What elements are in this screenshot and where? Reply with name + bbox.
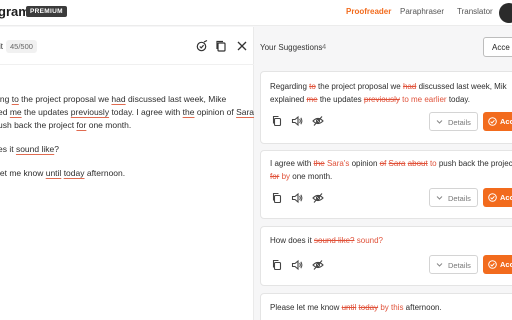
speaker-icon[interactable] xyxy=(291,115,303,127)
accept-button[interactable]: Acc xyxy=(483,188,512,207)
suggestion-card[interactable]: I agree with the Sara's opinion of Sara … xyxy=(260,150,512,219)
suggestion-text: for by one month. xyxy=(270,172,333,181)
accept-label: Acc xyxy=(500,260,512,269)
tab-translator[interactable]: Translator xyxy=(457,7,493,16)
suggestions-count: 4 xyxy=(322,42,327,51)
suggestion-card[interactable]: How does it sound like? sound? Details A… xyxy=(260,226,512,286)
check-circle-icon xyxy=(488,117,497,126)
suggestion-card[interactable]: Regarding to the project proposal we had… xyxy=(260,71,512,144)
copy-icon[interactable] xyxy=(271,115,283,127)
suggestion-text: I agree with the Sara's opinion of Sara … xyxy=(270,159,512,168)
accept-button[interactable]: Acc xyxy=(483,112,512,131)
copy-icon[interactable] xyxy=(271,192,283,204)
editor-line: es it sound like? xyxy=(0,144,59,154)
speaker-icon[interactable] xyxy=(291,192,303,204)
details-button[interactable]: Details xyxy=(429,188,478,207)
editor-line: ush back the project for one month. xyxy=(0,120,132,130)
details-label: Details xyxy=(448,194,471,203)
spellcheck-icon[interactable] xyxy=(195,39,209,53)
accept-all-button[interactable]: Acce xyxy=(483,37,512,57)
details-button[interactable]: Details xyxy=(429,112,478,131)
hide-icon[interactable] xyxy=(312,259,324,271)
check-circle-icon xyxy=(488,193,497,202)
hide-icon[interactable] xyxy=(312,192,324,204)
accept-button[interactable]: Acc xyxy=(483,255,512,274)
copy-icon[interactable] xyxy=(271,259,283,271)
speaker-icon[interactable] xyxy=(291,259,303,271)
chevron-down-icon xyxy=(436,196,443,200)
tab-paraphraser[interactable]: Paraphraser xyxy=(400,7,444,16)
suggestion-text: explained me the updates previously to m… xyxy=(270,95,471,104)
details-button[interactable]: Details xyxy=(429,255,478,274)
close-icon[interactable] xyxy=(235,39,249,53)
character-count: 45/500 xyxy=(6,40,37,53)
editor-line: ed me the updates previously today. I ag… xyxy=(0,107,255,117)
suggestion-card[interactable]: Please let me know until today by this a… xyxy=(260,293,512,320)
details-label: Details xyxy=(448,118,471,127)
suggestion-text: How does it sound like? sound? xyxy=(270,236,383,245)
chevron-down-icon xyxy=(436,120,443,124)
details-label: Details xyxy=(448,261,471,270)
premium-badge: PREMIUM xyxy=(26,6,67,17)
accept-label: Acc xyxy=(500,193,512,202)
editor-header: it 45/500 xyxy=(0,27,254,65)
suggestion-text: Regarding to the project proposal we had… xyxy=(270,82,507,91)
editor-title: it xyxy=(0,42,3,51)
suggestions-title: Your Suggestions xyxy=(260,43,323,52)
suggestion-text: Please let me know until today by this a… xyxy=(270,303,442,312)
editor-line: let me know until today afternoon. xyxy=(0,168,126,178)
chevron-down-icon xyxy=(436,263,443,267)
top-bar: gram PREMIUM Proofreader Paraphraser Tra… xyxy=(0,0,512,26)
editor-line: ing to the project proposal we had discu… xyxy=(0,94,227,104)
copy-icon[interactable] xyxy=(214,39,228,53)
editor-panel: it 45/500 ing to the project proposal we… xyxy=(0,27,254,320)
hide-icon[interactable] xyxy=(312,115,324,127)
tab-proofreader[interactable]: Proofreader xyxy=(346,7,391,16)
avatar[interactable] xyxy=(499,3,512,23)
check-circle-icon xyxy=(488,260,497,269)
accept-label: Acc xyxy=(500,117,512,126)
